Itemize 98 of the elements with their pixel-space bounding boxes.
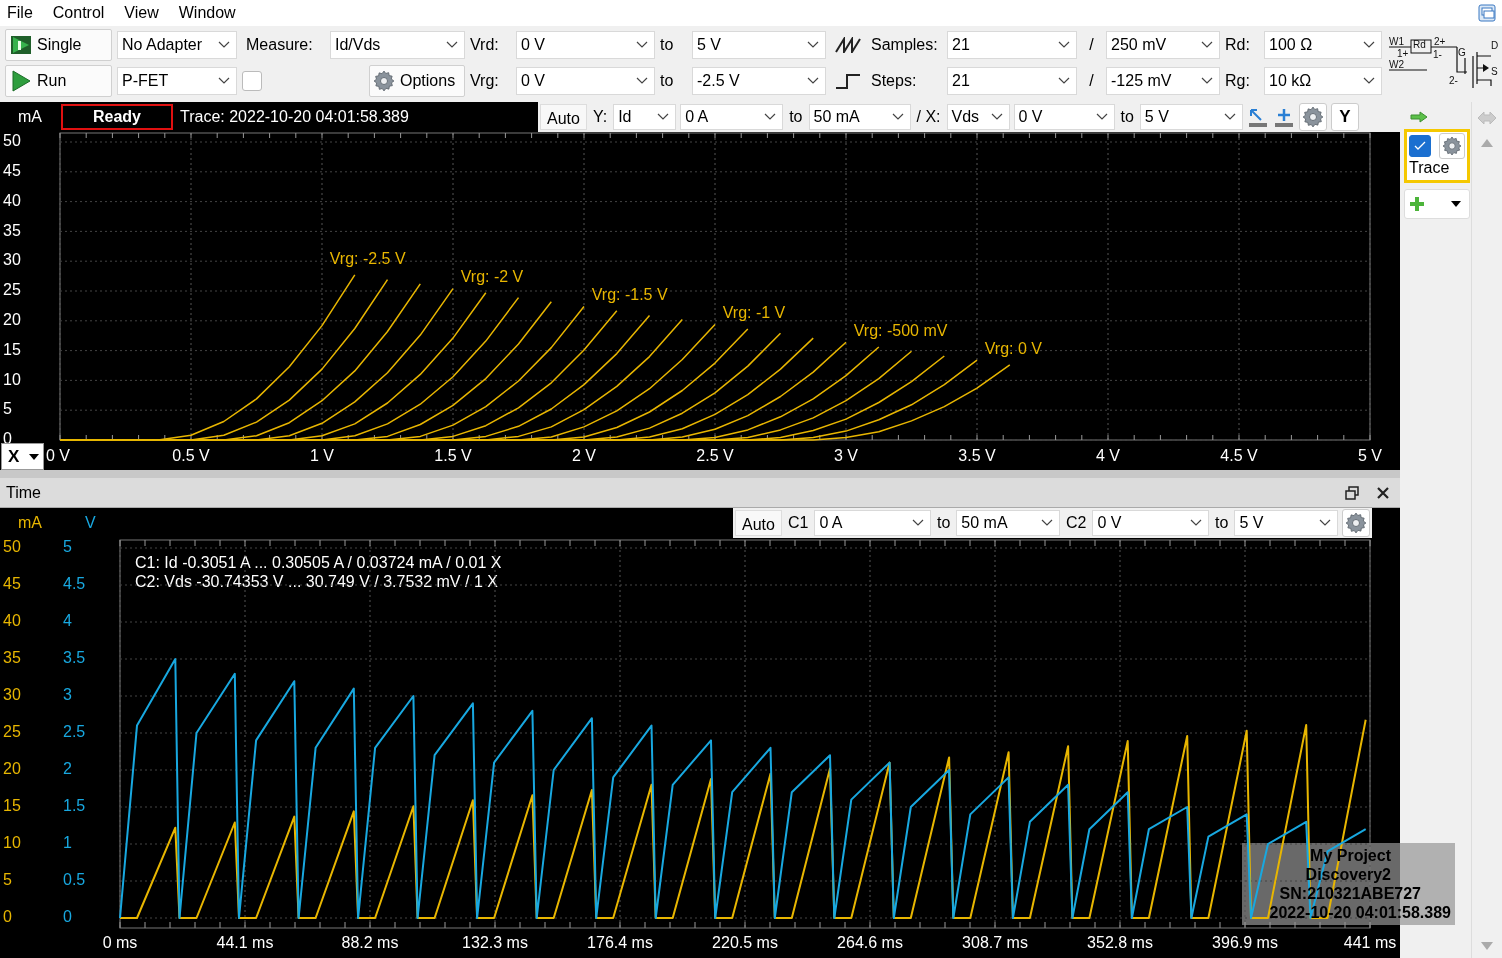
x-tick-label: 1.5 V bbox=[434, 447, 472, 465]
y-tick-label: 5 bbox=[63, 538, 72, 556]
count-label: Steps: bbox=[871, 72, 917, 90]
y-tick-label: 1 bbox=[63, 834, 72, 852]
x-tick-label: 0 ms bbox=[102, 934, 138, 952]
curve-label: Vrg: -500 mV bbox=[853, 322, 948, 340]
x-tick-label: 352.8 ms bbox=[1087, 934, 1153, 952]
y-tick-label: 0.5 bbox=[63, 871, 86, 889]
y-tick-label: 10 bbox=[3, 834, 21, 852]
x-tick-label: 1 V bbox=[310, 447, 334, 465]
x-tick-label: 5 V bbox=[1358, 447, 1382, 465]
y-tick-label: 1.5 bbox=[63, 797, 86, 815]
y-tick-label: 4.5 bbox=[63, 575, 86, 593]
schematic-label: W1 bbox=[1389, 36, 1404, 47]
y-tick-label: 50 bbox=[3, 538, 21, 556]
x-tick-label: 4.5 V bbox=[1220, 447, 1258, 465]
curve-label: Vrg: 0 V bbox=[984, 340, 1042, 358]
y-tick-label: 45 bbox=[3, 575, 21, 593]
schematic-label: W2 bbox=[1389, 59, 1404, 70]
x-tick-label: 264.6 ms bbox=[837, 934, 903, 952]
y-label: Y: bbox=[591, 108, 609, 126]
y-tick-label: 40 bbox=[3, 191, 21, 209]
slash-label: / bbox=[1088, 36, 1095, 54]
to-label: to bbox=[660, 72, 675, 90]
status-label: Ready bbox=[61, 104, 173, 130]
resistor-label: Rg: bbox=[1225, 72, 1251, 90]
x-tick-label: 0.5 V bbox=[172, 447, 210, 465]
x-tick-label: 132.3 ms bbox=[462, 934, 528, 952]
x-tick-label: 3.5 V bbox=[958, 447, 996, 465]
x-tick-label: 2.5 V bbox=[696, 447, 734, 465]
y-tick-label: 20 bbox=[3, 760, 21, 778]
channel-readout: C1: Id -0.3051 A ... 0.30505 A / 0.03724 mA / 0.01 X bbox=[135, 553, 502, 572]
y-tick-label: 40 bbox=[3, 612, 21, 630]
y-tick-label: 5 bbox=[3, 400, 12, 418]
y-tick-label: 2 bbox=[63, 760, 72, 778]
curve-label: Vrg: -1 V bbox=[722, 304, 786, 322]
schematic-label: D bbox=[1491, 40, 1499, 51]
x-tick-label: 2 V bbox=[572, 447, 596, 465]
unit-label: V bbox=[85, 514, 96, 532]
y-tick-label: 35 bbox=[3, 649, 21, 667]
x-tick-label: 88.2 ms bbox=[341, 934, 399, 952]
y-tick-label: 10 bbox=[3, 370, 21, 388]
sweep-label: Vrd: bbox=[470, 36, 500, 54]
x-tick-label: 3 V bbox=[834, 447, 858, 465]
x-label: / X: bbox=[915, 108, 942, 126]
slash-label: / bbox=[1088, 72, 1095, 90]
x-tick-label: 220.5 ms bbox=[712, 934, 778, 952]
sweep-label: Vrg: bbox=[470, 72, 500, 90]
y-tick-label: 30 bbox=[3, 686, 21, 704]
schematic-label: 2+ bbox=[1434, 36, 1446, 47]
y-tick-label: 20 bbox=[3, 311, 21, 329]
y-tick-label: 2.5 bbox=[63, 723, 86, 741]
x-tick-label: 4 V bbox=[1096, 447, 1120, 465]
schematic-label: Rd bbox=[1413, 39, 1426, 50]
channel-readout: C2: Vds -30.74353 V ... 30.749 V / 3.7532 mV / 1 X bbox=[135, 572, 499, 591]
x-tick-label: 44.1 ms bbox=[216, 934, 274, 952]
measure-label: Measure: bbox=[245, 36, 314, 54]
schematic-label: 1- bbox=[1433, 49, 1442, 60]
schematic-label: 2- bbox=[1449, 75, 1458, 86]
x-tick-label: 176.4 ms bbox=[587, 934, 653, 952]
channel-label: C2 bbox=[1065, 514, 1088, 532]
schematic-label: S bbox=[1491, 66, 1498, 77]
schematic-label: 1+ bbox=[1397, 48, 1409, 59]
y-tick-label: 35 bbox=[3, 221, 21, 239]
y-tick-label: 0 bbox=[63, 908, 72, 926]
x-tick-label: 441 ms bbox=[1343, 934, 1397, 952]
unit-label: mA bbox=[18, 514, 42, 532]
y-tick-label: 30 bbox=[3, 251, 21, 269]
unit-label: mA bbox=[17, 108, 43, 126]
y-tick-label: 15 bbox=[3, 340, 21, 358]
to-label: to bbox=[788, 108, 804, 126]
curve-label: Vrg: -1.5 V bbox=[591, 285, 668, 303]
y-tick-label: 0 bbox=[3, 908, 12, 926]
trace-timestamp: Trace: 2022-10-20 04:01:58.389 bbox=[180, 108, 409, 126]
y-tick-label: 3 bbox=[63, 686, 72, 704]
to-label: to bbox=[660, 36, 675, 54]
y-tick-label: 15 bbox=[3, 797, 21, 815]
curve-label: Vrg: -2 V bbox=[460, 268, 524, 285]
y-tick-label: 3.5 bbox=[63, 649, 86, 667]
y-tick-label: 50 bbox=[3, 132, 21, 150]
y-tick-label: 4 bbox=[63, 612, 72, 630]
x-tick-label: 396.9 ms bbox=[1212, 934, 1278, 952]
to-label: to bbox=[1214, 514, 1230, 532]
x-tick-label: 308.7 ms bbox=[962, 934, 1028, 952]
channel-label: C1 bbox=[786, 514, 810, 532]
count-label: Samples: bbox=[871, 36, 938, 54]
resistor-label: Rd: bbox=[1225, 36, 1251, 54]
to-label: to bbox=[936, 514, 952, 532]
y-tick-label: 45 bbox=[3, 162, 21, 180]
to-label: to bbox=[1119, 108, 1135, 126]
y-tick-label: 25 bbox=[3, 281, 21, 299]
x-tick-label: 0 V bbox=[46, 447, 70, 465]
schematic-label: G bbox=[1458, 47, 1466, 58]
y-tick-label: 5 bbox=[3, 871, 12, 889]
trace-label: Trace bbox=[1409, 159, 1451, 177]
panel-title: Time bbox=[6, 483, 41, 502]
curve-label: Vrg: -2.5 V bbox=[329, 250, 406, 268]
y-tick-label: 25 bbox=[3, 723, 21, 741]
